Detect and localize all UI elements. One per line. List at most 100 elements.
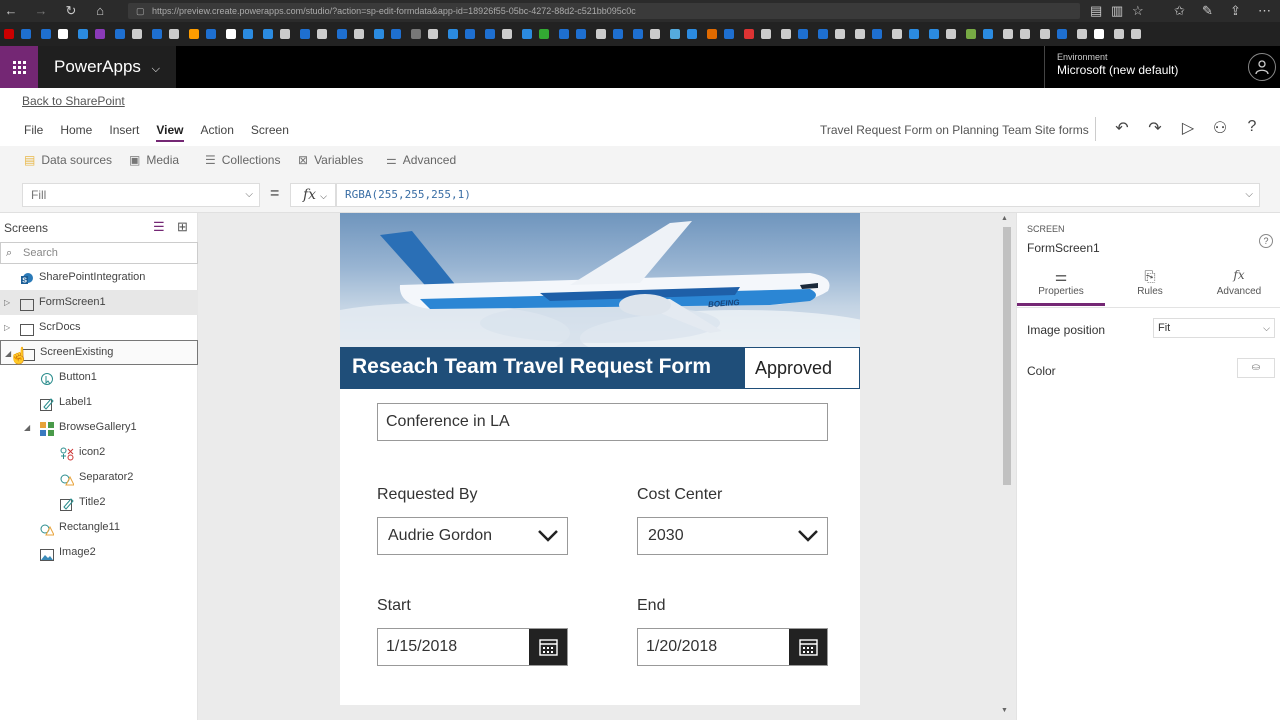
favorite-site-icon[interactable] <box>1114 29 1124 39</box>
tree-item-image2[interactable]: Image2 <box>0 540 198 565</box>
refresh-icon[interactable]: ↻ <box>62 3 80 19</box>
status-label[interactable]: Approved <box>744 347 860 389</box>
share-icon[interactable]: ⇪ <box>1230 3 1241 19</box>
favorite-site-icon[interactable] <box>872 29 882 39</box>
favorite-site-icon[interactable] <box>300 29 310 39</box>
favorite-site-icon[interactable] <box>670 29 680 39</box>
canvas-scrollbar-thumb[interactable] <box>1003 227 1011 485</box>
favorite-site-icon[interactable] <box>744 29 754 39</box>
tree-item-button1[interactable]: Button1 <box>0 365 198 390</box>
help-circle-icon[interactable]: ? <box>1259 234 1273 248</box>
favorite-site-icon[interactable] <box>1077 29 1087 39</box>
favorite-site-icon[interactable] <box>798 29 808 39</box>
favorite-site-icon[interactable] <box>1020 29 1030 39</box>
favorite-site-icon[interactable] <box>576 29 586 39</box>
favorite-site-icon[interactable] <box>818 29 828 39</box>
favorite-site-icon[interactable] <box>559 29 569 39</box>
favorite-site-icon[interactable] <box>946 29 956 39</box>
media-button[interactable]: ▣ Media <box>129 153 179 167</box>
tab-properties[interactable]: ⚌ Properties <box>1017 268 1105 306</box>
thumbnail-view-icon[interactable]: ⊞ <box>177 219 188 235</box>
undo-icon[interactable]: ↶ <box>1112 118 1132 138</box>
calendar-button[interactable] <box>789 629 827 665</box>
favorite-site-icon[interactable] <box>522 29 532 39</box>
tree-item-browsegallery1[interactable]: ◢ BrowseGallery1 <box>0 415 198 440</box>
image-position-dropdown[interactable]: Fit ⌵ <box>1153 318 1275 338</box>
property-dropdown[interactable]: Fill ⌵ <box>22 183 260 207</box>
scroll-up-icon[interactable]: ▲ <box>1001 215 1008 222</box>
favorite-site-icon[interactable] <box>781 29 791 39</box>
tree-item-rectangle11[interactable]: Rectangle11 <box>0 515 198 540</box>
play-preview-icon[interactable]: ▷ <box>1178 118 1198 138</box>
tab-screen[interactable]: Screen <box>251 123 289 142</box>
tree-item-formscreen1[interactable]: ▷ FormScreen1 <box>0 290 198 315</box>
favorite-site-icon[interactable] <box>1094 29 1104 39</box>
favorite-site-icon[interactable] <box>206 29 216 39</box>
tree-item-icon2[interactable]: icon2 <box>0 440 198 465</box>
favorite-site-icon[interactable] <box>95 29 105 39</box>
favorite-site-icon[interactable] <box>835 29 845 39</box>
favorite-site-icon[interactable] <box>58 29 68 39</box>
tab-file[interactable]: File <box>24 123 43 142</box>
favorite-site-icon[interactable] <box>391 29 401 39</box>
tab-insert[interactable]: Insert <box>109 123 139 142</box>
split-view-icon[interactable]: ▥ <box>1111 3 1123 19</box>
favorite-site-icon[interactable] <box>428 29 438 39</box>
tab-rules[interactable]: ⎘ Rules <box>1106 268 1194 306</box>
favorite-site-icon[interactable] <box>465 29 475 39</box>
forward-arrow-icon[interactable]: → <box>32 3 50 18</box>
favorite-site-icon[interactable] <box>354 29 364 39</box>
list-view-icon[interactable]: ☰ <box>153 219 165 235</box>
notes-pen-icon[interactable]: ✎ <box>1202 3 1213 19</box>
favorite-site-icon[interactable] <box>448 29 458 39</box>
help-icon[interactable]: ? <box>1242 118 1262 136</box>
favorite-site-icon[interactable] <box>1003 29 1013 39</box>
favorite-site-icon[interactable] <box>1131 29 1141 39</box>
favorite-site-icon[interactable] <box>132 29 142 39</box>
tree-search-input[interactable]: ⌕ Search <box>0 242 198 264</box>
favorite-site-icon[interactable] <box>21 29 31 39</box>
address-bar[interactable]: ▢ https://preview.create.powerapps.com/s… <box>128 3 1080 19</box>
trip-title-input[interactable]: Conference in LA <box>377 403 828 441</box>
function-button[interactable]: fx ⌵ <box>290 183 336 207</box>
favorite-site-icon[interactable] <box>152 29 162 39</box>
favorite-site-icon[interactable] <box>4 29 14 39</box>
favorite-site-icon[interactable] <box>650 29 660 39</box>
expand-icon[interactable]: ▷ <box>4 290 10 315</box>
environment-picker[interactable]: Environment Microsoft (new default) <box>1044 46 1244 88</box>
favorite-site-icon[interactable] <box>280 29 290 39</box>
favorite-site-icon[interactable] <box>263 29 273 39</box>
favorite-site-icon[interactable] <box>909 29 919 39</box>
favorite-site-icon[interactable] <box>596 29 606 39</box>
tab-home[interactable]: Home <box>60 123 92 142</box>
advanced-button[interactable]: ⚌ Advanced <box>386 153 456 167</box>
formula-input[interactable]: RGBA(255,255,255,1) ⌵ <box>336 183 1260 207</box>
favorite-site-icon[interactable] <box>966 29 976 39</box>
app-launcher-icon[interactable] <box>0 46 38 88</box>
form-screen[interactable]: BOEING Reseach Team Travel Request Form … <box>340 213 860 705</box>
tab-view[interactable]: View <box>156 123 184 142</box>
tree-item-scrdocs[interactable]: ▷ ScrDocs <box>0 315 198 340</box>
tab-action[interactable]: Action <box>201 123 234 142</box>
collections-button[interactable]: ☰ Collections <box>205 153 280 167</box>
reading-view-icon[interactable]: ▤ <box>1090 3 1102 19</box>
favorite-site-icon[interactable] <box>613 29 623 39</box>
favorites-hub-icon[interactable]: ✩ <box>1174 3 1185 19</box>
favorite-site-icon[interactable] <box>502 29 512 39</box>
favorite-site-icon[interactable] <box>892 29 902 39</box>
expand-icon[interactable]: ▷ <box>4 315 10 340</box>
favorite-site-icon[interactable] <box>1057 29 1067 39</box>
favorite-site-icon[interactable] <box>189 29 199 39</box>
tree-item-separator2[interactable]: Separator2 <box>0 465 198 490</box>
app-name-menu[interactable]: PowerApps ⌵ <box>38 46 176 88</box>
data-sources-button[interactable]: ▤ Data sources <box>24 153 112 167</box>
favorite-site-icon[interactable] <box>317 29 327 39</box>
more-icon[interactable]: ⋯ <box>1258 3 1271 19</box>
start-date-picker[interactable]: 1/15/2018 <box>377 628 568 666</box>
favorite-site-icon[interactable] <box>78 29 88 39</box>
variables-button[interactable]: ⊠ Variables <box>298 153 363 167</box>
favorite-site-icon[interactable] <box>1040 29 1050 39</box>
favorite-site-icon[interactable] <box>687 29 697 39</box>
favorite-site-icon[interactable] <box>707 29 717 39</box>
favorite-site-icon[interactable] <box>169 29 179 39</box>
